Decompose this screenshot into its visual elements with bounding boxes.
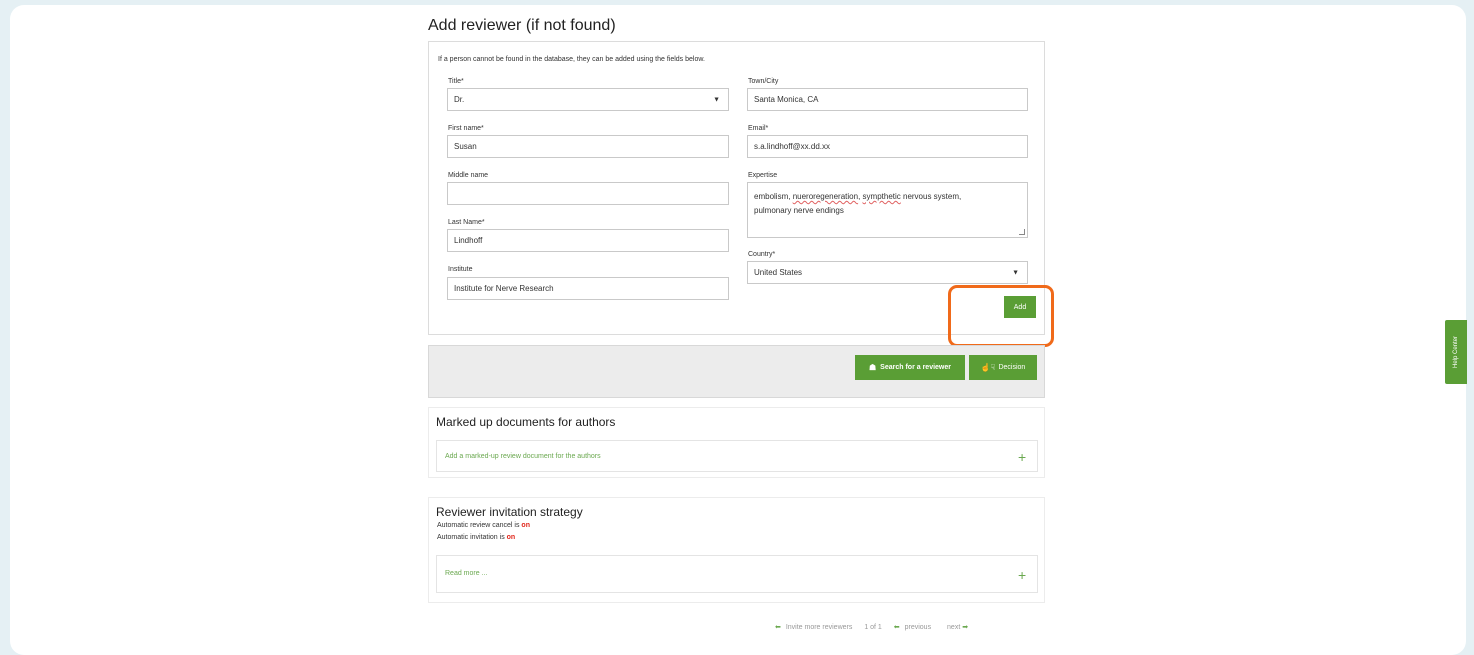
decision-button[interactable]: ☝☟ Decision — [969, 355, 1037, 380]
expertise-textarea[interactable]: embolism, nueroregeneration, sympthetic … — [747, 182, 1028, 238]
users-icon: ☗ — [869, 363, 877, 372]
title-label: Title* — [448, 78, 464, 85]
strategy-title: Reviewer invitation strategy — [436, 505, 583, 519]
resize-handle-icon[interactable] — [1019, 229, 1025, 235]
institute-label: Institute — [448, 266, 473, 273]
arrow-left-icon: ⬅ — [893, 624, 900, 631]
highlight-annotation — [948, 285, 1054, 347]
first-name-label: First name* — [448, 125, 484, 132]
town-label: Town/City — [748, 78, 779, 85]
pager: ⬅ Invite more reviewers 1 of 1 ⬅ previou… — [775, 623, 968, 631]
expand-plus-icon[interactable]: + — [1018, 449, 1026, 465]
institute-value: Institute for Nerve Research — [454, 284, 554, 293]
invite-more-link[interactable]: Invite more reviewers — [786, 624, 853, 631]
auto-invite-status: Automatic invitation is on — [437, 534, 516, 541]
country-select[interactable]: United States ▼ — [747, 261, 1028, 284]
expertise-text: embolism, nueroregeneration, sympthetic … — [754, 192, 962, 215]
first-name-field[interactable]: Susan — [447, 135, 729, 158]
expertise-label: Expertise — [748, 172, 778, 179]
email-value: s.a.lindhoff@xx.dd.xx — [754, 142, 831, 151]
marked-up-title: Marked up documents for authors — [436, 415, 616, 429]
institute-field[interactable]: Institute for Nerve Research — [447, 277, 729, 300]
page-indicator: 1 of 1 — [864, 624, 882, 631]
middle-name-label: Middle name — [448, 172, 489, 179]
town-value: Santa Monica, CA — [754, 95, 819, 104]
country-label: Country* — [748, 251, 776, 258]
title-select[interactable]: Dr. ▼ — [447, 88, 729, 111]
country-select-value: United States — [754, 268, 803, 277]
first-name-value: Susan — [454, 142, 477, 151]
chevron-down-icon: ▼ — [713, 96, 720, 103]
last-name-label: Last Name* — [448, 219, 485, 226]
arrow-right-icon: ➡ — [962, 624, 969, 631]
chevron-down-icon: ▼ — [1012, 269, 1019, 276]
expand-plus-icon[interactable]: + — [1018, 567, 1026, 583]
next-link[interactable]: next — [947, 624, 960, 631]
middle-name-field[interactable] — [447, 182, 729, 205]
help-center-label: Help Center — [1453, 335, 1460, 369]
auto-invite-state: on — [506, 534, 516, 541]
add-reviewer-title: Add reviewer (if not found) — [428, 17, 616, 34]
help-center-tab[interactable]: Help Center — [1445, 320, 1467, 384]
read-more-row[interactable] — [436, 555, 1038, 593]
search-reviewer-label: Search for a reviewer — [880, 364, 951, 371]
decision-label: Decision — [998, 364, 1026, 371]
form-intro-text: If a person cannot be found in the datab… — [438, 56, 705, 63]
arrow-left-icon: ⬅ — [775, 624, 781, 631]
last-name-value: Lindhoff — [454, 236, 483, 245]
thumbs-icon: ☝☟ — [980, 363, 996, 372]
town-field[interactable]: Santa Monica, CA — [747, 88, 1028, 111]
last-name-field[interactable]: Lindhoff — [447, 229, 729, 252]
previous-link[interactable]: previous — [905, 624, 931, 631]
auto-cancel-state: on — [521, 522, 530, 529]
auto-cancel-status: Automatic review cancel is on — [437, 522, 530, 529]
email-field[interactable]: s.a.lindhoff@xx.dd.xx — [747, 135, 1028, 158]
email-label: Email* — [748, 125, 769, 132]
add-marked-up-link[interactable]: Add a marked-up review document for the … — [445, 453, 601, 460]
search-reviewer-button[interactable]: ☗ Search for a reviewer — [855, 355, 965, 380]
title-select-value: Dr. — [454, 95, 465, 104]
read-more-link[interactable]: Read more ... — [445, 570, 487, 577]
